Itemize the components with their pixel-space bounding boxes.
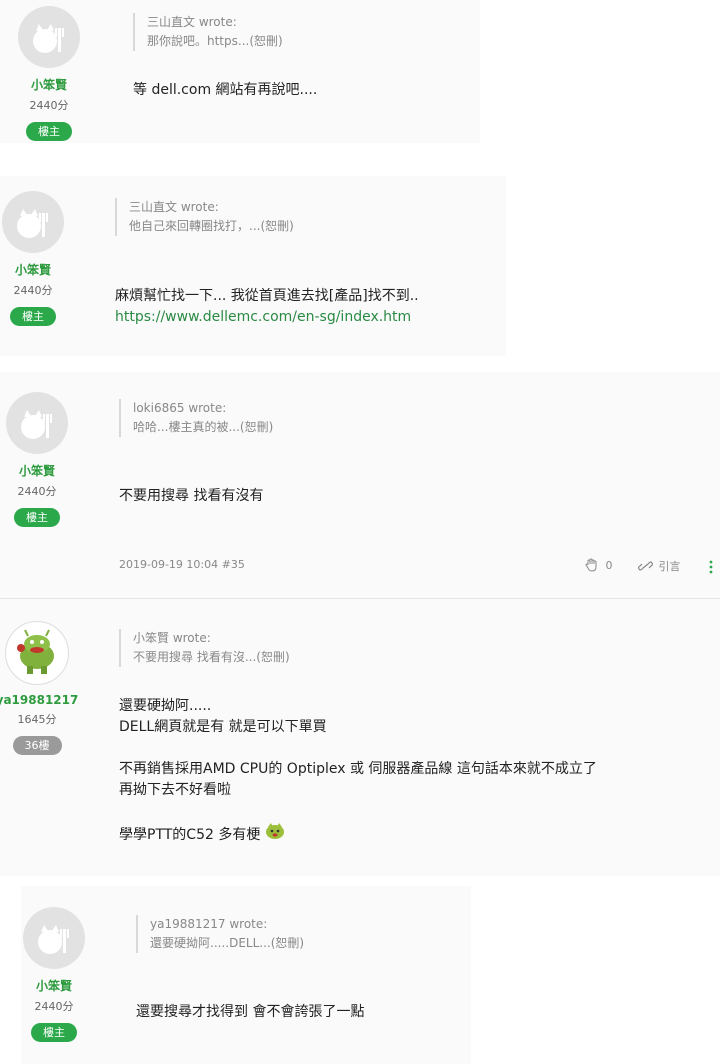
like-hand-icon [585, 558, 597, 572]
post-line: 還要硬拗阿..... [119, 698, 212, 714]
avatar[interactable] [2, 191, 64, 253]
post-card: 小笨賢 2440分 樓主 ya19881217 wrote: 還要硬拗阿....… [21, 886, 471, 1064]
post-line: 等 dell.com 網站有再說吧.... [133, 82, 318, 98]
post-body: 等 dell.com 網站有再說吧.... [133, 80, 317, 101]
quote-text: 哈哈...樓主真的被...(恕刪) [133, 420, 274, 434]
user-score: 2440分 [29, 99, 69, 112]
more-button[interactable] [708, 559, 714, 578]
username[interactable]: 小笨賢 [4, 76, 94, 93]
user-info: 小笨賢 2440分 樓主 [9, 907, 99, 1042]
quote-block: loki6865 wrote: 哈哈...樓主真的被...(恕刪) [119, 399, 273, 437]
quote-block: 三山直文 wrote: 他自己來回轉圈找打，...(恕刪) [115, 198, 294, 236]
quote-author: ya19881217 wrote: [150, 917, 268, 931]
emoji-icon [265, 823, 284, 839]
user-score: 2440分 [34, 1000, 74, 1013]
quote-block: 小笨賢 wrote: 不要用搜尋 找看有沒...(恕刪) [119, 629, 290, 667]
android-avatar-icon [17, 629, 54, 674]
user-score: 2440分 [17, 485, 57, 498]
post-body: 還要硬拗阿..... DELL網頁就是有 就是可以下單買 不再銷售採用AMD C… [119, 696, 597, 846]
floor-badge: 36樓 [12, 736, 62, 755]
post-line: DELL網頁就是有 就是可以下單買 [119, 719, 327, 735]
username[interactable]: 小笨賢 [9, 977, 99, 994]
post-body: 不要用搜尋 找看有沒有 [119, 486, 263, 507]
username[interactable]: 小笨賢 [0, 462, 82, 479]
status-badge: 樓主 [10, 307, 56, 326]
post-line-with-emoji: 學學PTT的C52 多有梗 [119, 822, 597, 846]
quote-author: loki6865 wrote: [133, 401, 227, 415]
post-body: 還要搜尋才找得到 會不會誇張了一點 [136, 1002, 364, 1023]
post-card: 小笨賢 2440分 樓主 三山直文 wrote: 他自己來回轉圈找打，...(恕… [0, 176, 506, 356]
quote-text: 那你說吧。https...(恕刪) [147, 34, 283, 48]
quote-author: 三山直文 wrote: [129, 200, 219, 214]
post-card: ya19881217 1645分 36樓 小笨賢 wrote: 不要用搜尋 找看… [0, 599, 720, 876]
quote-label: 引言 [658, 560, 681, 573]
post-line: 不要用搜尋 找看有沒有 [119, 488, 264, 504]
username[interactable]: 小笨賢 [0, 261, 78, 278]
like-count: 0 [605, 559, 613, 572]
user-score: 2440分 [13, 284, 53, 297]
user-info: ya19881217 1645分 36樓 [0, 621, 82, 755]
user-score: 1645分 [17, 713, 57, 726]
quote-text: 還要硬拗阿.....DELL...(恕刪) [150, 936, 305, 950]
quote-text: 不要用搜尋 找看有沒...(恕刪) [133, 650, 290, 664]
post-body: 麻煩幫忙找一下... 我從首頁進去找[產品]找不到.. https://www.… [115, 286, 419, 328]
post-line: 還要搜尋才找得到 會不會誇張了一點 [136, 1004, 365, 1020]
status-badge: 樓主 [31, 1023, 77, 1042]
status-badge: 樓主 [26, 122, 72, 141]
username[interactable]: ya19881217 [0, 693, 82, 707]
avatar[interactable] [6, 392, 68, 454]
user-info: 小笨賢 2440分 樓主 [0, 392, 82, 527]
post-meta: 2019-09-19 10:04 #35 [119, 558, 245, 571]
post-floor[interactable]: #35 [222, 558, 245, 571]
like-button[interactable]: 0 [585, 558, 613, 572]
quote-link-icon [638, 561, 653, 571]
user-info: 小笨賢 2440分 樓主 [0, 191, 78, 326]
more-vertical-icon [709, 560, 713, 574]
post-datetime: 2019-09-19 10:04 [119, 558, 219, 571]
post-line: 學學PTT的C52 多有梗 [119, 827, 261, 843]
avatar[interactable] [18, 6, 80, 68]
quote-author: 小笨賢 wrote: [133, 631, 211, 645]
status-badge: 樓主 [14, 508, 60, 527]
quote-text: 他自己來回轉圈找打，...(恕刪) [129, 219, 294, 233]
quote-block: 三山直文 wrote: 那你說吧。https...(恕刪) [133, 13, 283, 51]
quote-block: ya19881217 wrote: 還要硬拗阿.....DELL...(恕刪) [136, 915, 304, 953]
post-card: 小笨賢 2440分 樓主 三山直文 wrote: 那你說吧。https...(恕… [0, 0, 480, 143]
post-line: 麻煩幫忙找一下... 我從首頁進去找[產品]找不到.. [115, 288, 419, 304]
quote-author: 三山直文 wrote: [147, 15, 237, 29]
user-avatar-icon [21, 410, 52, 439]
avatar[interactable] [23, 907, 85, 969]
quote-button[interactable]: 引言 [638, 558, 681, 574]
avatar[interactable] [5, 621, 69, 685]
user-avatar-icon [38, 925, 69, 954]
post-line: 再拗下去不好看啦 [119, 782, 231, 798]
user-avatar-icon [17, 209, 48, 238]
user-avatar-icon [33, 24, 64, 53]
post-line: 不再銷售採用AMD CPU的 Optiplex 或 伺服器產品線 這句話本來就不… [119, 761, 597, 777]
post-link[interactable]: https://www.dellemc.com/en-sg/index.htm [115, 307, 419, 328]
user-info: 小笨賢 2440分 樓主 [4, 6, 94, 141]
post-card: 小笨賢 2440分 樓主 loki6865 wrote: 哈哈...樓主真的被.… [0, 372, 720, 598]
